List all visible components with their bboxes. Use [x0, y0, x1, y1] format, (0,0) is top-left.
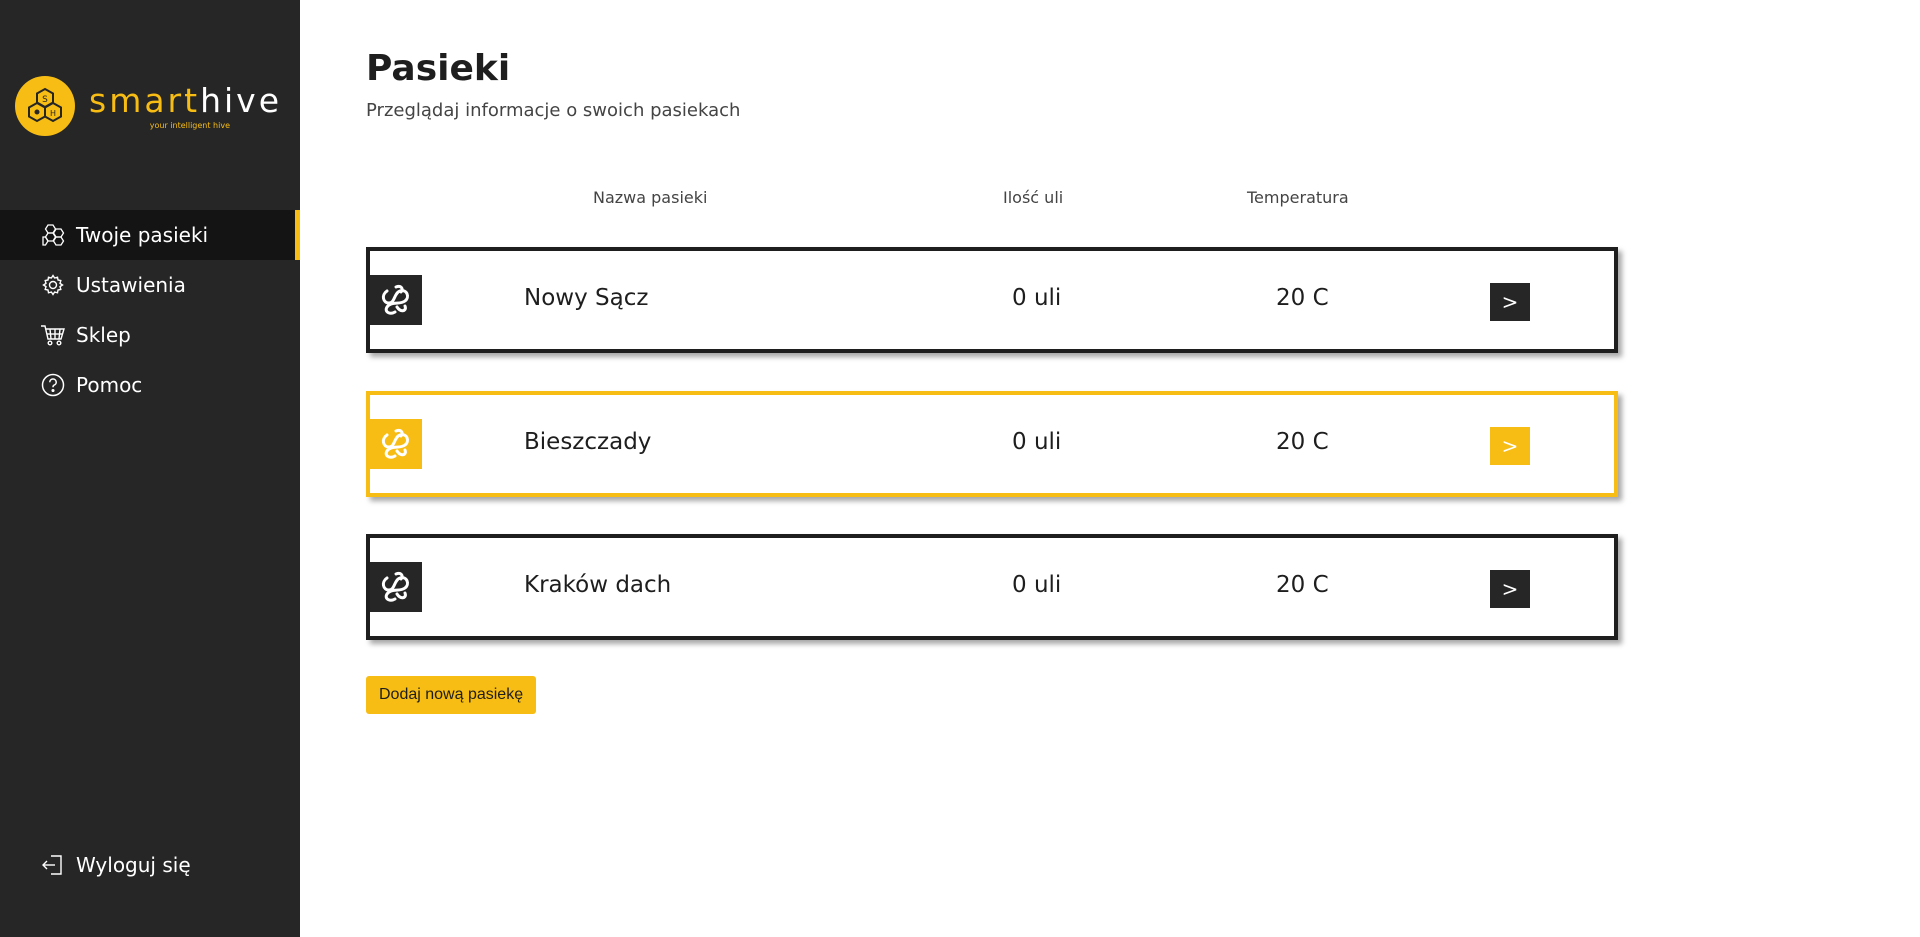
apiary-temperature: 20 C — [1276, 572, 1329, 598]
sidebar-item-label: Sklep — [76, 323, 131, 347]
apiary-temperature: 20 C — [1276, 285, 1329, 311]
open-apiary-button[interactable]: > — [1490, 283, 1530, 321]
apiary-hive-count: 0 uli — [1012, 285, 1062, 311]
sidebar-item-sklep[interactable]: Sklep — [0, 310, 300, 360]
apiary-bee-icon — [370, 562, 422, 612]
column-header-name: Nazwa pasieki — [593, 188, 708, 207]
apiary-bee-icon — [370, 275, 422, 325]
add-apiary-button[interactable]: Dodaj nową pasiekę — [366, 676, 537, 714]
open-apiary-button[interactable]: > — [1490, 570, 1530, 608]
apiary-name: Bieszczady — [524, 429, 652, 455]
logout-icon — [40, 852, 66, 878]
logo-hex-icon: S H — [15, 76, 75, 136]
sidebar-nav: Twoje pasieki Ustawienia Sklep Pomoc — [0, 210, 300, 410]
smarthive-logo[interactable]: S H smarthive your intelligent hive — [15, 76, 282, 136]
sidebar: S H smarthive your intelligent hive Twoj… — [0, 0, 300, 937]
logout-label: Wyloguj się — [76, 853, 191, 877]
sidebar-item-label: Twoje pasieki — [76, 223, 209, 247]
column-header-temperature: Temperatura — [1247, 188, 1349, 207]
apiary-temperature: 20 C — [1276, 429, 1329, 455]
brand-name-part1: smart — [89, 80, 201, 120]
cart-icon — [40, 322, 66, 348]
honeycomb-icon — [40, 222, 66, 248]
column-header-count: Ilość uli — [1003, 188, 1064, 207]
logout-button[interactable]: Wyloguj się — [0, 840, 300, 890]
apiary-name: Nowy Sącz — [524, 285, 649, 311]
apiary-hive-count: 0 uli — [1012, 429, 1062, 455]
apiary-bee-icon — [370, 419, 422, 469]
page-title: Pasieki — [366, 48, 511, 89]
apiary-card-krakow-dach[interactable]: Kraków dach 0 uli 20 C > — [366, 534, 1618, 640]
apiary-hive-count: 0 uli — [1012, 572, 1062, 598]
open-apiary-button[interactable]: > — [1490, 427, 1530, 465]
page-subtitle: Przeglądaj informacje o swoich pasiekach — [366, 100, 741, 121]
help-icon — [40, 372, 66, 398]
sidebar-item-twoje-pasieki[interactable]: Twoje pasieki — [0, 210, 300, 260]
apiary-card-nowy-sacz[interactable]: Nowy Sącz 0 uli 20 C > — [366, 247, 1618, 353]
sidebar-item-ustawienia[interactable]: Ustawienia — [0, 260, 300, 310]
svg-text:H: H — [50, 109, 56, 118]
sidebar-item-label: Ustawienia — [76, 273, 186, 297]
apiary-name: Kraków dach — [524, 572, 672, 598]
svg-text:S: S — [42, 95, 48, 105]
brand-name-part2: hive — [200, 80, 282, 120]
sidebar-item-label: Pomoc — [76, 373, 143, 397]
brand-tagline: your intelligent hive — [149, 120, 230, 130]
gear-icon — [40, 272, 66, 298]
apiary-card-bieszczady[interactable]: Bieszczady 0 uli 20 C > — [366, 391, 1618, 497]
sidebar-item-pomoc[interactable]: Pomoc — [0, 360, 300, 410]
